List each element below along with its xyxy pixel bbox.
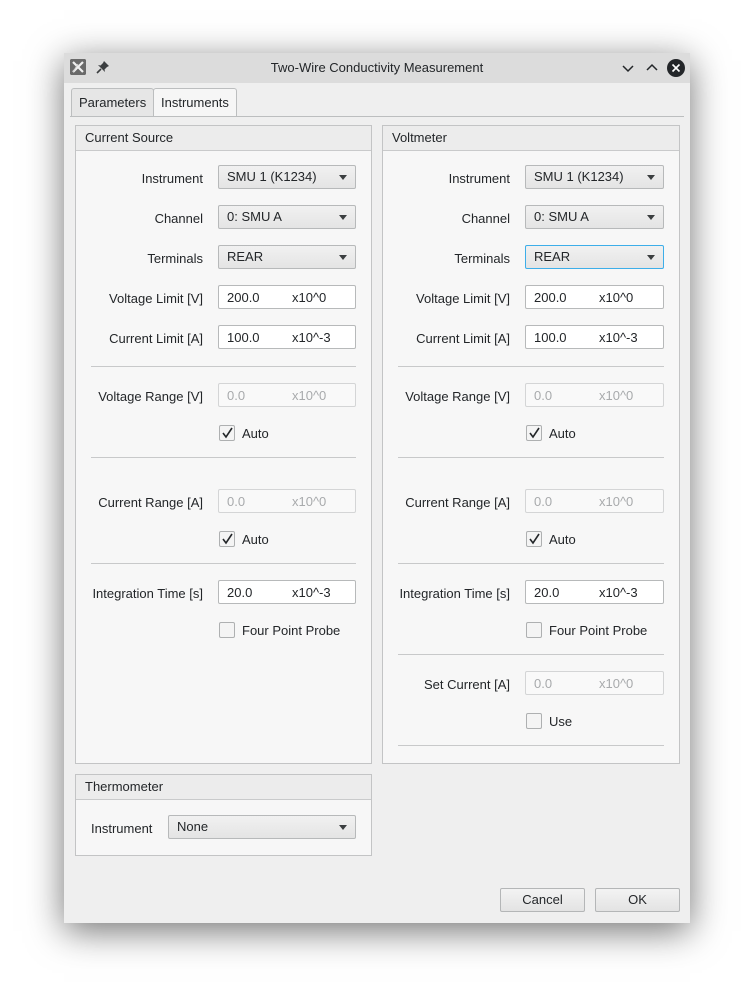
th-instrument-value: None [177,819,209,834]
voltmeter-title: Voltmeter [383,126,679,151]
vm-integration-exponent: x10^-3 [599,585,638,600]
current-source-title: Current Source [76,126,371,151]
cs-current-auto-checkbox[interactable] [219,531,235,547]
vm-voltage-limit-field[interactable]: 200.0 x10^0 [525,285,664,309]
vm-channel-label: Channel [461,211,510,226]
vm-voltage-limit-value: 200.0 [534,290,567,305]
vm-channel-select[interactable]: 0: SMU A [525,205,664,229]
separator [398,563,664,564]
vm-instrument-label: Instrument [448,171,510,186]
vm-terminals-label: Terminals [454,251,510,266]
cs-current-auto-label[interactable]: Auto [242,532,269,547]
cs-integration-label: Integration Time [s] [92,586,203,601]
window-title: Two-Wire Conductivity Measurement [270,60,484,75]
vm-voltage-range-exponent: x10^0 [599,388,634,403]
chevron-down-icon [647,175,655,180]
cs-terminals-label: Terminals [147,251,203,266]
vm-instrument-value: SMU 1 (K1234) [534,169,624,184]
chevron-down-icon [647,255,655,260]
vm-integration-field[interactable]: 20.0 x10^-3 [525,580,664,604]
vm-set-current-field[interactable]: 0.0 x10^0 [525,671,664,695]
vm-voltage-limit-label: Voltage Limit [V] [416,291,510,306]
close-icon[interactable] [666,58,686,78]
vm-current-range-exponent: x10^0 [599,494,634,509]
vm-set-current-label: Set Current [A] [424,677,510,692]
maximize-icon[interactable] [642,58,662,78]
cs-terminals-value: REAR [227,249,264,264]
vm-current-limit-field[interactable]: 100.0 x10^-3 [525,325,664,349]
cs-voltage-auto-checkbox[interactable] [219,425,235,441]
tab-panel-border [70,116,684,117]
cs-current-limit-label: Current Limit [A] [109,331,203,346]
dialog-window: Two-Wire Conductivity Measurement Parame… [64,53,690,923]
cs-voltage-limit-value: 200.0 [227,290,260,305]
cs-four-point-checkbox[interactable] [219,622,235,638]
th-instrument-select[interactable]: None [168,815,356,839]
vm-voltage-limit-exponent: x10^0 [599,290,634,305]
vm-instrument-select[interactable]: SMU 1 (K1234) [525,165,664,189]
tab-parameters[interactable]: Parameters [71,88,155,116]
cs-voltage-auto-label[interactable]: Auto [242,426,269,441]
voltmeter-group: Voltmeter Instrument SMU 1 (K1234) Chann… [382,125,680,764]
vm-terminals-value: REAR [534,249,571,264]
minimize-icon[interactable] [618,58,638,78]
vm-channel-value: 0: SMU A [534,209,589,224]
separator [91,366,356,367]
thermometer-title: Thermometer [76,775,371,800]
cs-current-range-label: Current Range [A] [98,495,203,510]
cs-integration-value: 20.0 [227,585,253,600]
vm-four-point-label[interactable]: Four Point Probe [549,623,647,638]
cs-current-limit-value: 100.0 [227,330,260,345]
vm-voltage-range-label: Voltage Range [V] [405,389,510,404]
vm-integration-label: Integration Time [s] [399,586,510,601]
chevron-down-icon [339,825,347,830]
vm-set-current-value: 0.0 [534,676,553,691]
vm-voltage-auto-label[interactable]: Auto [549,426,576,441]
vm-current-limit-exponent: x10^-3 [599,330,638,345]
vm-current-range-label: Current Range [A] [405,495,510,510]
cs-voltage-range-label: Voltage Range [V] [98,389,203,404]
thermometer-group: Thermometer Instrument None [75,774,372,856]
vm-use-checkbox[interactable] [526,713,542,729]
vm-current-limit-value: 100.0 [534,330,567,345]
tab-instruments[interactable]: Instruments [153,88,237,117]
separator [91,563,356,564]
ok-button[interactable]: OK [595,888,680,912]
th-instrument-label: Instrument [91,821,153,836]
cancel-button[interactable]: Cancel [500,888,585,912]
cs-four-point-label[interactable]: Four Point Probe [242,623,340,638]
cs-instrument-label: Instrument [141,171,203,186]
vm-voltage-range-value: 0.0 [534,388,553,403]
cs-instrument-value: SMU 1 (K1234) [227,169,317,184]
vm-current-limit-label: Current Limit [A] [416,331,510,346]
cs-channel-label: Channel [154,211,203,226]
separator [398,654,664,655]
vm-current-auto-checkbox[interactable] [526,531,542,547]
cs-voltage-limit-label: Voltage Limit [V] [109,291,203,306]
vm-integration-value: 20.0 [534,585,560,600]
separator [398,457,664,458]
cs-channel-value: 0: SMU A [227,209,282,224]
vm-voltage-range-field[interactable]: 0.0 x10^0 [525,383,664,407]
vm-current-auto-label[interactable]: Auto [549,532,576,547]
vm-set-current-exponent: x10^0 [599,676,634,691]
cs-current-range-value: 0.0 [227,494,246,509]
cs-voltage-range-value: 0.0 [227,388,246,403]
vm-current-range-value: 0.0 [534,494,553,509]
vm-current-range-field[interactable]: 0.0 x10^0 [525,489,664,513]
separator [91,457,356,458]
title-bar[interactable]: Two-Wire Conductivity Measurement [64,53,690,83]
vm-voltage-auto-checkbox[interactable] [526,425,542,441]
vm-four-point-checkbox[interactable] [526,622,542,638]
vm-terminals-select[interactable]: REAR [525,245,664,269]
vm-use-label[interactable]: Use [549,714,572,729]
separator [398,745,664,746]
separator [398,366,664,367]
chevron-down-icon [647,215,655,220]
